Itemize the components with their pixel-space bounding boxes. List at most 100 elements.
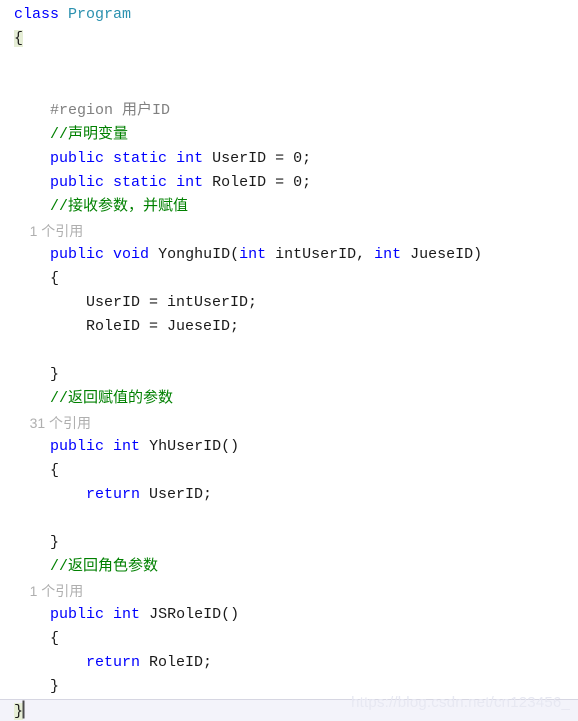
code-line[interactable]: 31 个引用 [0, 411, 578, 435]
code-token-punct: { [14, 30, 24, 47]
code-token-plain: RoleID; [140, 654, 213, 671]
code-token-punct: } [50, 534, 60, 551]
code-line[interactable]: public static int UserID = 0; [0, 147, 578, 171]
code-line[interactable]: return RoleID; [0, 651, 578, 675]
code-token-codelens: 31 个引用 [29, 415, 92, 431]
code-line[interactable]: //返回角色参数 [0, 555, 578, 579]
code-line[interactable]: } [0, 363, 578, 387]
code-token-keyword: public [50, 606, 105, 623]
code-token-comment: //接收参数，并赋值 [50, 198, 189, 215]
code-token-plain: JueseID) [401, 246, 483, 263]
code-token-keyword: int [239, 246, 267, 263]
code-token-keyword: int [113, 438, 141, 455]
code-token-plain: intUserID, [266, 246, 375, 263]
code-line[interactable]: } [0, 675, 578, 699]
code-token-punct: { [50, 462, 60, 479]
code-token-punct: { [50, 270, 60, 287]
code-line[interactable]: public int JSRoleID() [0, 603, 578, 627]
code-token-keyword: return [86, 654, 141, 671]
code-token-punct: { [50, 630, 60, 647]
code-token-keyword: void [113, 246, 150, 263]
code-token-plain: JSRoleID() [140, 606, 240, 623]
code-line[interactable]: } [0, 531, 578, 555]
code-token-plain: UserID; [140, 486, 213, 503]
code-token-punct: ; [302, 174, 312, 191]
code-line[interactable]: //接收参数，并赋值 [0, 195, 578, 219]
code-token-punct: } [14, 703, 24, 720]
code-line[interactable]: RoleID = JueseID; [0, 315, 578, 339]
code-line[interactable]: { [0, 459, 578, 483]
code-token-comment: //返回角色参数 [50, 558, 159, 575]
code-token-codelens: 1 个引用 [29, 223, 84, 239]
code-line[interactable]: } [0, 699, 578, 721]
code-token-keyword: public [50, 174, 105, 191]
code-line[interactable]: //声明变量 [0, 123, 578, 147]
code-line[interactable]: { [0, 627, 578, 651]
code-token-keyword: static [113, 150, 168, 167]
code-token-number: 0 [293, 150, 303, 167]
code-line[interactable]: public static int RoleID = 0; [0, 171, 578, 195]
code-line[interactable]: return UserID; [0, 483, 578, 507]
code-token-plain: UserID = intUserID; [86, 294, 258, 311]
code-line[interactable]: 1 个引用 [0, 579, 578, 603]
code-line[interactable] [0, 75, 578, 99]
code-token-keyword: int [176, 150, 204, 167]
code-line[interactable]: { [0, 27, 578, 51]
code-token-type: Program [68, 6, 132, 23]
code-line[interactable]: 1 个引用 [0, 219, 578, 243]
code-line[interactable]: public int YhUserID() [0, 435, 578, 459]
code-line[interactable]: UserID = intUserID; [0, 291, 578, 315]
text-caret [23, 701, 25, 718]
code-line[interactable]: //返回赋值的参数 [0, 387, 578, 411]
code-line[interactable]: #region 用户ID [0, 99, 578, 123]
code-token-punct: } [50, 366, 60, 383]
code-token-punct: ; [302, 150, 312, 167]
code-line[interactable]: { [0, 267, 578, 291]
code-token-keyword: return [86, 486, 141, 503]
code-editor[interactable]: class Program { #region 用户ID //声明变量 publi… [0, 0, 578, 721]
code-token-plain: YonghuID( [149, 246, 240, 263]
code-line[interactable] [0, 507, 578, 531]
code-token-plain: YhUserID() [140, 438, 240, 455]
code-token-keyword: class [14, 6, 60, 23]
code-text-area[interactable]: class Program { #region 用户ID //声明变量 publi… [0, 0, 578, 721]
code-line[interactable]: class Program [0, 3, 578, 27]
code-token-keyword: int [374, 246, 402, 263]
code-token-keyword: int [113, 606, 141, 623]
code-token-codelens: 1 个引用 [29, 583, 84, 599]
code-token-keyword: public [50, 150, 105, 167]
code-token-punct: } [50, 678, 60, 695]
code-token-plain: RoleID = [203, 174, 294, 191]
code-token-keyword: int [176, 174, 204, 191]
code-line[interactable] [0, 51, 578, 75]
code-line[interactable]: public void YonghuID(int intUserID, int … [0, 243, 578, 267]
code-token-plain: RoleID = JueseID; [86, 318, 240, 335]
code-token-keyword: static [113, 174, 168, 191]
code-line[interactable] [0, 339, 578, 363]
code-token-keyword: public [50, 246, 105, 263]
code-token-comment: //返回赋值的参数 [50, 390, 174, 407]
